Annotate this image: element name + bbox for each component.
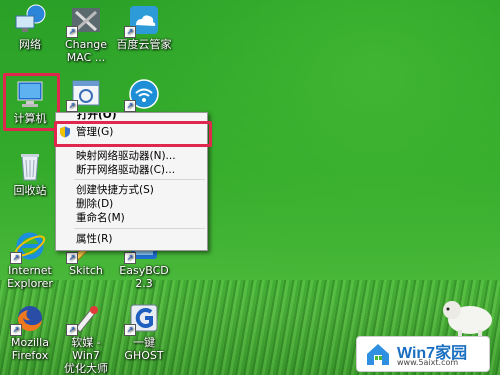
- optimizer-icon: ↗: [66, 302, 104, 336]
- menu-item-open[interactable]: 打开(O): [56, 113, 207, 121]
- icon-label-youhua: 软媒 - Win7 优化大师: [64, 336, 108, 375]
- firefox-icon: ↗: [10, 302, 48, 336]
- menu-separator: [74, 179, 205, 180]
- shortcut-arrow-icon: ↗: [66, 252, 78, 264]
- icon-label-skitch: Skitch: [69, 264, 103, 277]
- icon-label-network: 网络: [19, 38, 41, 51]
- shortcut-arrow-icon: ↗: [66, 26, 78, 38]
- shortcut-arrow-icon: ↗: [124, 26, 136, 38]
- highlight-computer: [3, 73, 60, 131]
- icon-label-change-mac: Change MAC ...: [64, 38, 108, 64]
- watermark: Win7家园 www.5aixt.com: [356, 336, 490, 372]
- menu-separator: [74, 228, 205, 229]
- house-logo-icon: [367, 344, 389, 365]
- watermark-url: www.5aixt.com: [397, 358, 459, 367]
- shortcut-arrow-icon: ↗: [66, 100, 78, 112]
- sheep-image: [443, 301, 492, 340]
- recycle-bin-icon: [12, 150, 48, 182]
- wifi-icon: ↗: [124, 78, 162, 112]
- shortcut-arrow-icon: ↗: [124, 252, 136, 264]
- ghost-icon: ↗: [124, 302, 162, 336]
- shortcut-arrow-icon: ↗: [124, 100, 136, 112]
- desktop-icon-change-mac[interactable]: ↗ Change MAC ...: [56, 4, 116, 64]
- shortcut-arrow-icon: ↗: [10, 252, 22, 264]
- desktop-icon-firefox[interactable]: ↗ Mozilla Firefox: [0, 302, 60, 362]
- desktop-icon-ie[interactable]: ↗ Internet Explorer: [0, 230, 60, 290]
- desktop-icon-youhua[interactable]: ↗ 软媒 - Win7 优化大师: [56, 302, 116, 375]
- menu-item-delete[interactable]: 删除(D): [56, 197, 207, 211]
- icon-label-firefox: Mozilla Firefox: [11, 336, 49, 362]
- menu-item-properties[interactable]: 属性(R): [56, 232, 207, 246]
- icon-label-recycle-bin: 回收站: [13, 184, 47, 197]
- highlight-manage: [54, 121, 212, 147]
- internet-explorer-icon: ↗: [10, 230, 48, 264]
- desktop-icon-baidu[interactable]: ↗ 百度云管家: [114, 4, 174, 51]
- desktop-icon-document[interactable]: ↗: [56, 78, 116, 112]
- desktop-icon-ghost[interactable]: ↗ 一键GHOST: [114, 302, 174, 362]
- shortcut-arrow-icon: ↗: [66, 324, 78, 336]
- shortcut-arrow-icon: ↗: [124, 324, 136, 336]
- menu-item-disconnect-drive[interactable]: 断开网络驱动器(C)...: [56, 163, 207, 177]
- desktop-icon-recycle-bin[interactable]: 回收站: [0, 150, 60, 197]
- desktop-icon-wifi[interactable]: ↗: [114, 78, 174, 112]
- menu-item-create-shortcut[interactable]: 创建快捷方式(S): [56, 183, 207, 197]
- icon-label-ghost: 一键GHOST: [124, 336, 164, 362]
- cloud-icon: ↗: [124, 4, 162, 38]
- icon-label-ie: Internet Explorer: [7, 264, 53, 290]
- tools-icon: ↗: [66, 4, 104, 38]
- network-icon: [12, 4, 48, 36]
- document-window-icon: ↗: [66, 78, 104, 112]
- menu-item-rename[interactable]: 重命名(M): [56, 211, 207, 225]
- menu-item-map-drive[interactable]: 映射网络驱动器(N)...: [56, 149, 207, 163]
- icon-label-easybcd: EasyBCD 2.3: [119, 264, 169, 290]
- desktop-icon-network[interactable]: 网络: [0, 4, 60, 51]
- icon-label-baidu: 百度云管家: [116, 38, 172, 51]
- shortcut-arrow-icon: ↗: [10, 324, 22, 336]
